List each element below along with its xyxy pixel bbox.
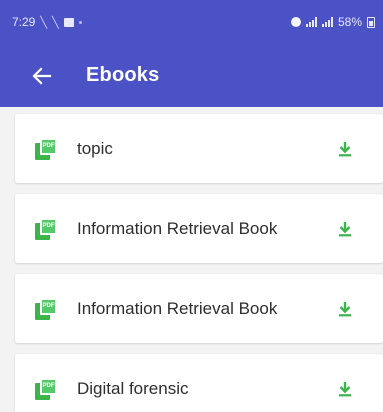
ebook-item[interactable]: PDF Information Retrieval Book <box>15 194 383 263</box>
wifi-signal-icon <box>305 17 317 27</box>
missed-call-icon: ╲ <box>51 16 59 29</box>
pdf-file-icon: PDF <box>35 217 57 240</box>
notification-dot-icon <box>78 20 82 24</box>
pdf-file-icon: PDF <box>35 137 57 160</box>
ebook-title: Information Retrieval Book <box>77 218 278 238</box>
ebook-item[interactable]: PDF Digital forensic <box>15 354 383 412</box>
pdf-file-icon: PDF <box>35 297 57 320</box>
status-right: 58% <box>290 15 375 29</box>
download-icon[interactable] <box>333 217 357 241</box>
gallery-icon <box>63 17 74 27</box>
download-icon[interactable] <box>333 377 357 401</box>
ebook-title: Digital forensic <box>77 378 189 398</box>
arrow-left-icon[interactable] <box>18 52 66 100</box>
alarm-icon <box>290 17 301 27</box>
download-icon[interactable] <box>333 297 357 321</box>
page-title: Ebooks <box>86 64 160 86</box>
status-bar: 7:29 ╲ ╲ 58% <box>0 0 383 44</box>
battery-icon <box>367 16 375 28</box>
status-time: 7:29 <box>12 15 36 29</box>
ebook-title: topic <box>77 138 113 158</box>
missed-call-icon: ╲ <box>40 16 47 29</box>
app-bar: Ebooks <box>0 44 383 107</box>
ebook-item[interactable]: PDF topic <box>15 114 383 183</box>
ebook-item[interactable]: PDF Information Retrieval Book <box>15 274 383 343</box>
status-left: 7:29 ╲ ╲ <box>12 15 82 29</box>
pdf-file-icon: PDF <box>35 377 57 400</box>
cellular-signal-icon <box>321 17 333 27</box>
battery-percentage: 58% <box>337 15 362 29</box>
ebook-title: Information Retrieval Book <box>77 298 278 318</box>
download-icon[interactable] <box>333 137 357 161</box>
